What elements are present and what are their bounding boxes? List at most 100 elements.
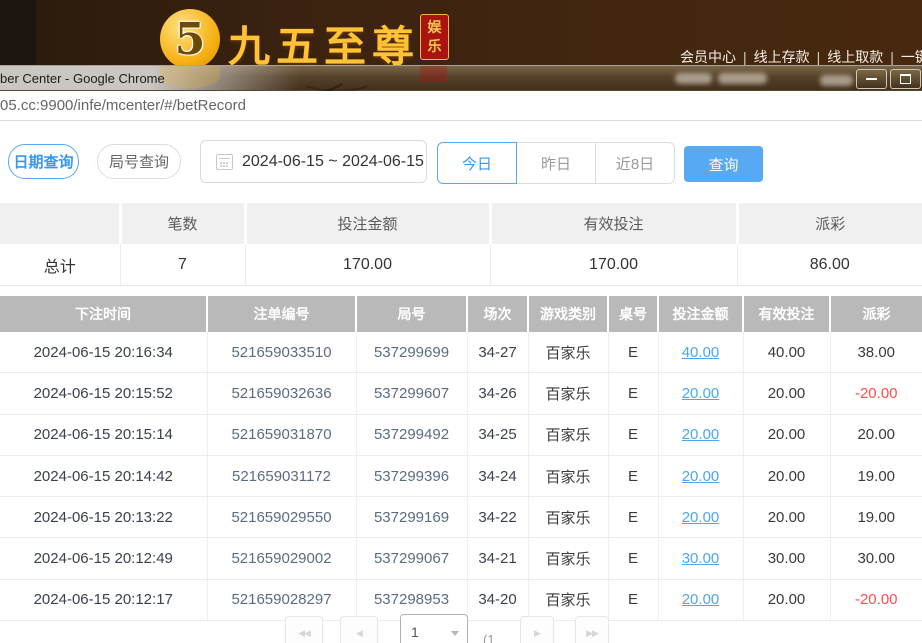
window-title: ber Center - Google Chrome [0, 71, 165, 86]
last-page-icon: ▶▶ [586, 628, 598, 639]
prev-page-icon: ◀ [356, 628, 362, 639]
summary-value: 170.00 [490, 244, 737, 286]
valid-bet-cell: 30.00 [743, 538, 830, 579]
table-row: 2024-06-15 20:13:22521659029550537299169… [0, 497, 922, 538]
bet-record-page: 日期查询 局号查询 2024-06-15 ~ 2024-06-15 今日昨日近8… [0, 121, 922, 643]
blurred-user-info [820, 75, 853, 86]
bet-amount-cell: 20.00 [658, 414, 743, 455]
tab-round-query[interactable]: 局号查询 [97, 144, 181, 179]
next-page-icon: ▶ [534, 628, 540, 639]
pagination-prev-button[interactable]: ◀ [340, 616, 378, 643]
summary-value: 86.00 [737, 244, 922, 286]
browser-titlebar: ber Center - Google Chrome [0, 65, 922, 91]
minimize-button[interactable] [856, 69, 887, 89]
table-row: 2024-06-15 20:14:42521659031172537299396… [0, 455, 922, 496]
coin-digit: 5 [175, 14, 206, 65]
summary-header-cell: 派彩 [737, 203, 922, 244]
nav-separator: | [743, 49, 747, 65]
bet-time-cell: 2024-06-15 20:15:14 [0, 414, 207, 455]
blurred-user-info [675, 73, 712, 84]
bet-amount-link[interactable]: 20.00 [682, 591, 720, 608]
bet-amount-cell: 20.00 [658, 497, 743, 538]
summary-header-row: 笔数投注金额有效投注派彩 [0, 203, 922, 244]
bet-amount-link[interactable]: 20.00 [682, 468, 720, 485]
session-cell: 34-24 [467, 455, 528, 496]
summary-value: 7 [120, 244, 245, 286]
summary-header-cell: 有效投注 [490, 203, 737, 244]
valid-bet-cell: 20.00 [743, 579, 830, 620]
logo-badge-char: 乐 [421, 37, 448, 56]
bet-table-header-cell: 桌号 [608, 296, 658, 332]
minimize-icon [866, 78, 877, 80]
bet-amount-link[interactable]: 20.00 [682, 385, 720, 402]
search-button[interactable]: 查询 [684, 146, 763, 182]
payout-cell: 19.00 [830, 455, 922, 496]
coin-logo-icon: 5 [160, 9, 220, 69]
round-no-cell: 537299492 [356, 414, 467, 455]
game-type-cell: 百家乐 [528, 538, 608, 579]
game-type-cell: 百家乐 [528, 455, 608, 496]
bet-amount-cell: 30.00 [658, 538, 743, 579]
bet-id-cell: 521659028297 [207, 579, 356, 620]
bet-amount-cell: 20.00 [658, 579, 743, 620]
pagination-last-button[interactable]: ▶▶ [575, 616, 609, 643]
bet-amount-link[interactable]: 40.00 [682, 344, 720, 361]
quick-range-group: 今日昨日近8日 [437, 142, 675, 184]
table-no-cell: E [608, 497, 658, 538]
bet-time-cell: 2024-06-15 20:16:34 [0, 332, 207, 373]
bet-table-header-cell: 注单编号 [207, 296, 356, 332]
pagination-next-button[interactable]: ▶ [520, 616, 554, 643]
nav-link-4[interactable]: 一键归户 [901, 49, 922, 65]
summary-table: 笔数投注金额有效投注派彩 总计7170.00170.0086.00 [0, 203, 922, 286]
nav-link-1[interactable]: 会员中心 [680, 49, 736, 65]
bet-time-cell: 2024-06-15 20:13:22 [0, 497, 207, 538]
bet-table-header-cell: 局号 [356, 296, 467, 332]
bet-table-header-cell: 场次 [467, 296, 528, 332]
bet-time-cell: 2024-06-15 20:12:49 [0, 538, 207, 579]
table-no-cell: E [608, 373, 658, 414]
page-info: (1 [483, 632, 495, 643]
url-text: 05.cc:9900/infe/mcenter/#/betRecord [0, 97, 246, 114]
payout-cell: 20.00 [830, 414, 922, 455]
page-select[interactable]: 1 [400, 614, 468, 643]
payout-cell: -20.00 [830, 579, 922, 620]
logo-badge: 娱乐 [420, 14, 449, 60]
session-cell: 34-22 [467, 497, 528, 538]
quick-button-今日[interactable]: 今日 [437, 142, 517, 184]
valid-bet-cell: 20.00 [743, 497, 830, 538]
tab-date-query[interactable]: 日期查询 [8, 144, 79, 179]
bet-id-cell: 521659031870 [207, 414, 356, 455]
date-range-value: 2024-06-15 ~ 2024-06-15 [242, 153, 424, 171]
badge-glow [420, 66, 447, 82]
pagination-first-button[interactable]: ◀◀ [285, 616, 323, 643]
quick-button-近8日[interactable]: 近8日 [595, 142, 675, 184]
payout-cell: 38.00 [830, 332, 922, 373]
table-row: 2024-06-15 20:15:52521659032636537299607… [0, 373, 922, 414]
bet-id-cell: 521659031172 [207, 455, 356, 496]
bet-amount-cell: 40.00 [658, 332, 743, 373]
table-no-cell: E [608, 332, 658, 373]
session-cell: 34-27 [467, 332, 528, 373]
bet-amount-link[interactable]: 30.00 [682, 550, 720, 567]
blurred-user-info [718, 73, 767, 84]
nav-link-3[interactable]: 线上取款 [827, 49, 883, 65]
game-type-cell: 百家乐 [528, 579, 608, 620]
game-type-cell: 百家乐 [528, 373, 608, 414]
maximize-button[interactable] [890, 69, 921, 89]
table-no-cell: E [608, 455, 658, 496]
table-row: 2024-06-15 20:16:34521659033510537299699… [0, 332, 922, 373]
nav-link-2[interactable]: 线上存款 [754, 49, 810, 65]
summary-header-cell: 笔数 [120, 203, 245, 244]
nav-separator: | [890, 49, 894, 65]
bet-table-header-cell: 有效投注 [743, 296, 830, 332]
bet-table: 下注时间注单编号局号场次游戏类别桌号投注金额有效投注派彩 2024-06-15 … [0, 296, 922, 621]
payout-cell: 19.00 [830, 497, 922, 538]
quick-button-昨日[interactable]: 昨日 [516, 142, 596, 184]
date-range-picker[interactable]: 2024-06-15 ~ 2024-06-15 [200, 140, 427, 183]
payout-cell: 30.00 [830, 538, 922, 579]
bet-amount-link[interactable]: 20.00 [682, 509, 720, 526]
address-bar[interactable]: 05.cc:9900/infe/mcenter/#/betRecord [0, 91, 922, 121]
bet-id-cell: 521659032636 [207, 373, 356, 414]
round-no-cell: 537299699 [356, 332, 467, 373]
bet-amount-link[interactable]: 20.00 [682, 426, 720, 443]
